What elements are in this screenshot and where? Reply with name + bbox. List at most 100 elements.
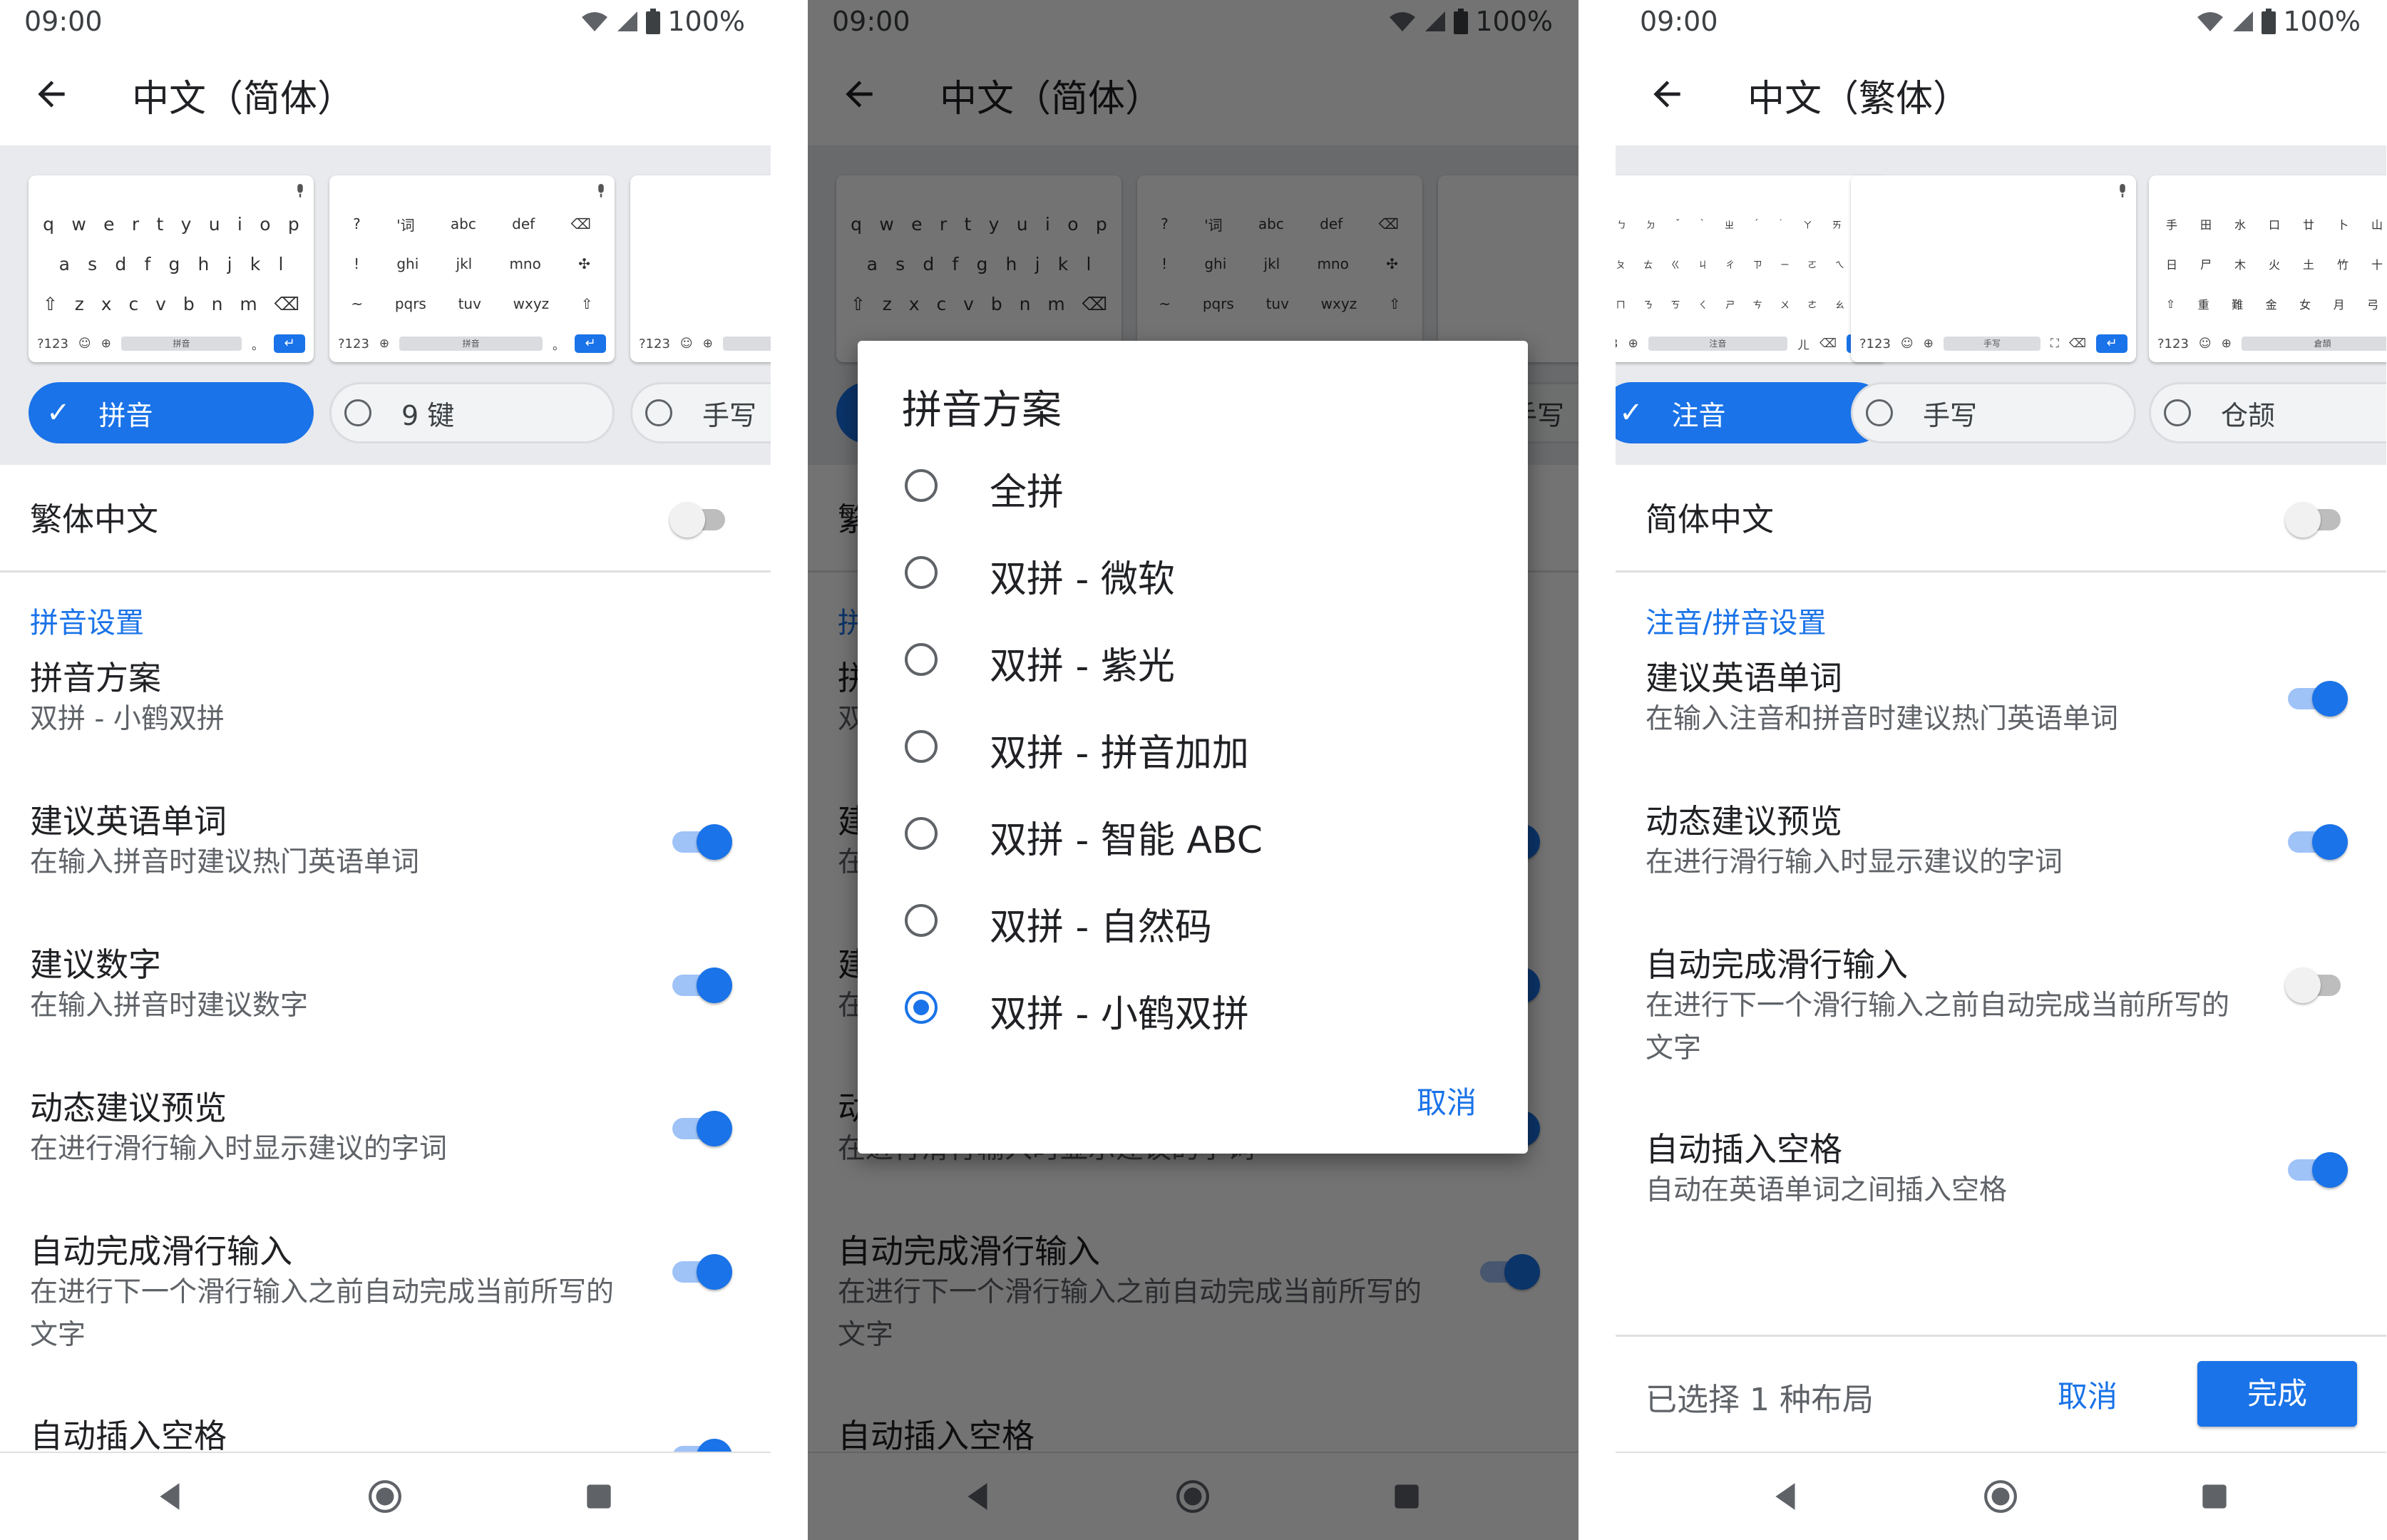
- keyboard-preview-handwriting[interactable]: ?123☺⊕ 手写: [630, 175, 771, 362]
- mic-icon: [297, 184, 303, 197]
- battery-level: 100%: [667, 6, 745, 37]
- selection-bar: 已选择 1 种布局 取消 完成: [1616, 1335, 2386, 1455]
- app-bar: 中文（简体）: [0, 44, 771, 145]
- back-arrow-icon[interactable]: [1647, 74, 1687, 114]
- screen-pinyin-settings: 09:00 100% 中文（简体） qwertyuiop asdfghjkl ⇧…: [0, 0, 771, 1540]
- scheme-option-abc[interactable]: 双拼 - 智能 ABC: [858, 790, 1528, 877]
- globe-icon: ⊕: [1628, 337, 1638, 351]
- autocomplete-swipe-item[interactable]: 自动完成滑行输入 在进行下一个滑行输入之前自动完成当前所写的文字: [0, 1220, 771, 1405]
- radio-icon: [344, 399, 371, 426]
- layout-chip-cangjie[interactable]: 仓颉: [2149, 382, 2386, 443]
- nav-back-icon[interactable]: [1768, 1479, 1804, 1514]
- simplified-chinese-row[interactable]: 简体中文: [1616, 465, 2386, 573]
- radio-icon: [905, 643, 938, 676]
- suggest-english-toggle[interactable]: [669, 820, 734, 860]
- nav-home-icon[interactable]: [1983, 1479, 2018, 1514]
- screen-pinyin-scheme-dialog: 09:00 100% 中文（简体） qwertyuiop asdfghjkl ⇧…: [808, 0, 1578, 1540]
- dynamic-preview-item[interactable]: 动态建议预览 在进行滑行输入时显示建议的字词: [0, 1077, 771, 1220]
- enter-icon: ↵: [575, 334, 606, 353]
- battery-level: 100%: [2283, 6, 2361, 37]
- nav-home-icon[interactable]: [367, 1479, 403, 1514]
- layout-chip-pinyin[interactable]: ✓ 拼音: [29, 382, 314, 443]
- auto-space-toggle[interactable]: [2285, 1148, 2349, 1188]
- section-header: 注音/拼音设置: [1646, 607, 1827, 640]
- back-arrow-icon[interactable]: [31, 74, 71, 114]
- traditional-chinese-toggle[interactable]: [669, 498, 734, 538]
- radio-icon: [905, 556, 938, 589]
- dynamic-preview-toggle[interactable]: [2285, 820, 2349, 860]
- dialog-title: 拼音方案: [902, 387, 1062, 433]
- layout-chip-zhuyin[interactable]: ✓ 注音: [1616, 382, 1886, 443]
- autocomplete-swipe-item[interactable]: 自动完成滑行输入 在进行下一个滑行输入之前自动完成当前所写的文字: [1616, 933, 2386, 1118]
- autocomplete-swipe-toggle[interactable]: [669, 1250, 734, 1290]
- keyboard-preview-handwriting[interactable]: ?123 ☺ ⊕ 手写 ⛶ ⌫ ↵: [1851, 175, 2136, 362]
- suggest-numbers-toggle[interactable]: [669, 963, 734, 1003]
- layout-chip-handwriting[interactable]: 手写: [630, 382, 771, 443]
- mic-icon: [2120, 184, 2125, 197]
- radio-icon: [1866, 399, 1893, 426]
- globe-icon: ⊕: [379, 337, 390, 351]
- scheme-option-ziguang[interactable]: 双拼 - 紫光: [858, 616, 1528, 703]
- signal-icon: [617, 11, 638, 31]
- pinyin-scheme-item[interactable]: 拼音方案 双拼 - 小鹤双拼: [0, 647, 771, 790]
- wifi-icon: [582, 12, 608, 31]
- keyboard-preview-pinyin[interactable]: qwertyuiop asdfghjkl ⇧ z x c v b n m ⌫ ?123 ☺ ⊕ 拼…: [29, 175, 314, 362]
- radio-icon: [645, 399, 672, 426]
- layout-picker: ㄅㄉˇˋㄓˊ˙ㄚㄞㄢ ㄆㄊㄍㄐㄔㄗㄧㄛㄟㄣ ㄇㄋㄎㄑㄕㄘㄨㄜㄠㄤ 3 ⊕ 注音 …: [1616, 145, 2386, 465]
- pinyin-scheme-dialog: 拼音方案 全拼 双拼 - 微软 双拼 - 紫光 双拼 - 拼音加加 双拼 - 智…: [858, 341, 1528, 1154]
- emoji-icon: ☺: [78, 337, 91, 351]
- dynamic-preview-item[interactable]: 动态建议预览 在进行滑行输入时显示建议的字词: [1616, 790, 2386, 933]
- settings-list: 简体中文 注音/拼音设置 建议英语单词 在输入注音和拼音时建议热门英语单词 动态…: [1616, 465, 2386, 1261]
- enter-icon: ↵: [274, 334, 305, 353]
- status-bar: 09:00 100%: [0, 0, 771, 44]
- selection-count: 已选择 1 种布局: [1646, 1382, 1874, 1418]
- suggest-english-toggle[interactable]: [2285, 677, 2349, 717]
- suggest-english-item[interactable]: 建议英语单词 在输入注音和拼音时建议热门英语单词: [1616, 647, 2386, 790]
- keyboard-preview-zhuyin[interactable]: ㄅㄉˇˋㄓˊ˙ㄚㄞㄢ ㄆㄊㄍㄐㄔㄗㄧㄛㄟㄣ ㄇㄋㄎㄑㄕㄘㄨㄜㄠㄤ 3 ⊕ 注音 …: [1616, 175, 1886, 362]
- nav-recents-icon[interactable]: [2197, 1479, 2232, 1514]
- radio-icon: [905, 817, 938, 850]
- battery-icon: [646, 9, 661, 34]
- battery-icon: [2262, 9, 2276, 34]
- nav-recents-icon[interactable]: [581, 1479, 617, 1514]
- nav-back-icon[interactable]: [153, 1479, 188, 1514]
- nav-bar: [0, 1452, 771, 1540]
- scheme-option-xiaohe[interactable]: 双拼 - 小鹤双拼: [858, 964, 1528, 1051]
- layout-chip-handwriting[interactable]: 手写: [1851, 382, 2136, 443]
- mic-icon: [598, 184, 604, 197]
- app-bar: 中文（繁体）: [1616, 44, 2386, 145]
- simplified-chinese-toggle[interactable]: [2285, 498, 2349, 538]
- screen-traditional-settings: 09:00 100% 中文（繁体） ㄅㄉˇˋㄓˊ˙ㄚㄞㄢ ㄆㄊㄍㄐㄔㄗㄧㄛㄟㄣ …: [1616, 0, 2386, 1540]
- shift-icon: ⇧: [42, 293, 58, 314]
- autocomplete-swipe-toggle[interactable]: [2285, 963, 2349, 1003]
- wifi-icon: [2197, 12, 2224, 31]
- check-icon: ✓: [46, 396, 71, 429]
- cancel-button[interactable]: 取消: [2058, 1372, 2118, 1416]
- scheme-option-microsoft[interactable]: 双拼 - 微软: [858, 529, 1528, 616]
- check-icon: ✓: [1619, 396, 1643, 429]
- layout-picker: qwertyuiop asdfghjkl ⇧ z x c v b n m ⌫ ?123 ☺ ⊕ 拼…: [0, 145, 771, 465]
- enter-icon: ↵: [2096, 334, 2127, 353]
- scheme-option-quanpin[interactable]: 全拼: [858, 442, 1528, 529]
- layout-chip-9key[interactable]: 9 键: [329, 382, 615, 443]
- settings-list: 繁体中文 拼音设置 拼音方案 双拼 - 小鹤双拼 建议英语单词 在输入拼音时建议…: [0, 465, 771, 1540]
- radio-icon: [905, 469, 938, 502]
- dynamic-preview-toggle[interactable]: [669, 1107, 734, 1146]
- nav-bar: [1616, 1452, 2386, 1540]
- suggest-english-item[interactable]: 建议英语单词 在输入拼音时建议热门英语单词: [0, 790, 771, 933]
- suggest-numbers-item[interactable]: 建议数字 在输入拼音时建议数字: [0, 933, 771, 1077]
- keyboard-preview-cangjie[interactable]: 手田水口廿卜山戈 日尸木火土竹十大 ⇧重難金女月弓⌫ ?123 ☺⊕ 倉頡 。: [2149, 175, 2386, 362]
- auto-space-item[interactable]: 自动插入空格 自动在英语单词之间插入空格: [1616, 1118, 2386, 1261]
- keyboard-preview-9key[interactable]: ? '词 abc def ⌫ ! ghi jkl mno ✣ ~ pqrs tuv wxyz ⇧ ?12…: [329, 175, 615, 362]
- traditional-chinese-row[interactable]: 繁体中文: [0, 465, 771, 573]
- status-time: 09:00: [1640, 6, 1718, 37]
- done-button[interactable]: 完成: [2197, 1361, 2357, 1427]
- dialog-cancel-button[interactable]: 取消: [1417, 1079, 1477, 1122]
- page-title: 中文（简体）: [132, 78, 355, 120]
- status-bar: 09:00 100%: [1616, 0, 2386, 44]
- globe-icon: ⊕: [101, 337, 111, 351]
- scheme-option-ziranma[interactable]: 双拼 - 自然码: [858, 877, 1528, 964]
- scheme-option-pinyinjiajia[interactable]: 双拼 - 拼音加加: [858, 703, 1528, 790]
- page-title: 中文（繁体）: [1747, 78, 1971, 120]
- status-time: 09:00: [24, 6, 103, 37]
